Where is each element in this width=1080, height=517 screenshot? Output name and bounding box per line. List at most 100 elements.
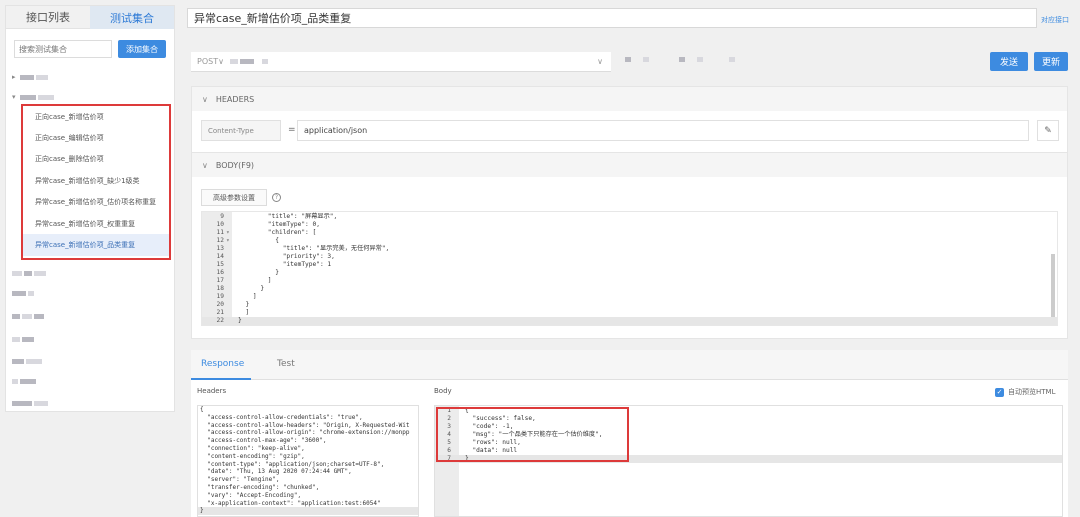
case-item[interactable]: 异常case_新增估价项_品类重复 <box>23 234 169 256</box>
tree-node-redacted[interactable] <box>12 311 46 321</box>
redacted-text <box>22 313 32 319</box>
header-line: "date": "Thu, 13 Aug 2020 07:24:44 GMT", <box>200 468 352 476</box>
code-text: "itemType": 0, <box>238 221 320 228</box>
redacted-text <box>20 94 36 100</box>
tree-node-redacted[interactable] <box>12 356 44 366</box>
response-body-code[interactable]: 1{2 "success": false, 3 "code": -1, 4 "msg… <box>434 405 1063 517</box>
code-line: 11 ▾ "children": [ <box>202 229 1057 237</box>
header-line: "access-control-allow-credentials": "tru… <box>200 413 363 421</box>
case-item[interactable]: 正向case_新增估价项 <box>23 106 169 127</box>
tab-api-list[interactable]: 接口列表 <box>6 6 90 29</box>
update-button[interactable]: 更新 <box>1034 52 1068 71</box>
fold-icon[interactable]: ▾ <box>226 229 230 237</box>
redacted-text <box>12 358 24 364</box>
help-icon[interactable]: ? <box>272 193 281 202</box>
code-text: } <box>238 301 250 308</box>
code-text: "success": false, <box>465 415 536 422</box>
headers-section-label: HEADERS <box>215 94 255 104</box>
checkbox-checked-icon[interactable]: ✓ <box>995 387 1004 397</box>
chevron-down-icon[interactable]: ∨ <box>597 57 603 66</box>
code-line: 12 ▾ { <box>202 237 1057 245</box>
tree-node-collapsed[interactable]: ▸ <box>12 72 50 82</box>
sidebar-tabs: 接口列表 测试集合 <box>6 6 174 29</box>
body-code-editor[interactable]: 9 "title": "屏幕显示", 10 "itemType": 0, 11 ▾ "… <box>201 211 1058 326</box>
redacted-text <box>625 57 631 62</box>
caret-right-icon: ▸ <box>12 73 16 81</box>
line-number: 2 <box>447 415 451 422</box>
code-line: 21 ] <box>202 309 1057 317</box>
header-line: "access-control-allow-headers": "Origin,… <box>200 421 410 429</box>
auto-preview-toggle[interactable]: ✓ 自动预览HTML <box>995 387 1055 397</box>
response-headers-code[interactable]: { "access-control-allow-credentials": "t… <box>197 405 419 517</box>
response-panel: Headers Body ✓ 自动预览HTML { "access-contro… <box>191 380 1068 517</box>
chevron-down-icon: ∨ <box>202 94 208 104</box>
line-number: 22 <box>216 317 224 324</box>
redacted-text <box>12 270 22 276</box>
advanced-settings-button[interactable]: 高级参数设置 <box>201 189 267 206</box>
tree-node-expanded[interactable]: ▾ <box>12 92 56 102</box>
header-line: "content-encoding": "gzip", <box>200 452 305 460</box>
redacted-text <box>729 57 735 62</box>
line-number: 5 <box>447 439 451 446</box>
tree-node-redacted[interactable] <box>12 334 36 344</box>
search-row: 添加集合 <box>6 29 174 69</box>
tab-response[interactable]: Response <box>201 359 244 369</box>
code-text: } <box>238 317 242 324</box>
case-item[interactable]: 正向case_编辑估价项 <box>23 127 169 148</box>
code-text: "data": null <box>465 447 518 454</box>
line-number: 21 <box>216 309 224 316</box>
tree-node-redacted[interactable] <box>12 288 36 298</box>
case-item[interactable]: 异常case_新增估价项_权重重复 <box>23 213 169 234</box>
url-row[interactable]: POST∨ ∨ <box>191 52 611 72</box>
tree-node-redacted[interactable] <box>12 268 48 278</box>
body-section-toggle[interactable]: ∨ BODY(F9) <box>191 152 1068 178</box>
code-line: 10 "itemType": 0, <box>202 221 1057 229</box>
tree-node-redacted[interactable] <box>12 398 50 408</box>
auto-preview-label: 自动预览HTML <box>1008 388 1056 396</box>
header-line: "content-type": "application/json;charse… <box>200 460 385 468</box>
code-line: 22} <box>202 317 1057 325</box>
method-select[interactable]: POST∨ <box>191 57 230 66</box>
headers-section-toggle[interactable]: ∨ HEADERS <box>191 86 1068 112</box>
body-line: 2 "success": false, <box>435 415 1062 423</box>
tab-test[interactable]: Test <box>277 359 295 369</box>
code-line: 9 "title": "屏幕显示", <box>202 213 1057 221</box>
case-item[interactable]: 异常case_新增估价项_缺少1级类 <box>23 170 169 191</box>
redacted-text <box>229 59 238 64</box>
tab-test-collection[interactable]: 测试集合 <box>90 6 174 29</box>
redacted-text <box>12 290 26 296</box>
chevron-down-icon: ∨ <box>218 57 224 66</box>
sidebar: 接口列表 测试集合 添加集合 ▸ ▾ 正向case_新增估价项正向case_编辑… <box>5 5 175 412</box>
code-line: 15 "itemType": 1 <box>202 261 1057 269</box>
code-line: 17 ] <box>202 277 1057 285</box>
code-text: ] <box>238 309 250 316</box>
collection-search-input[interactable] <box>14 40 112 58</box>
redacted-text <box>24 270 32 276</box>
code-text: { <box>465 407 469 414</box>
redacted-text <box>36 74 48 80</box>
header-value-input[interactable]: application/json <box>297 120 1029 141</box>
fold-icon[interactable]: ▾ <box>226 237 230 245</box>
goto-api-link[interactable]: 对应接口 <box>1041 15 1069 25</box>
header-line: "vary": "Accept-Encoding", <box>200 491 302 499</box>
code-text: ] <box>238 277 272 284</box>
redacted-text <box>261 59 268 64</box>
redacted-text <box>12 378 18 384</box>
line-number: 10 <box>216 221 224 228</box>
add-collection-button[interactable]: 添加集合 <box>118 40 166 58</box>
case-title-input[interactable]: 异常case_新增估价项_品类重复 <box>187 8 1037 28</box>
header-key-input[interactable]: Content-Type <box>201 120 281 141</box>
line-number: 9 <box>220 213 224 220</box>
code-text: "code": -1, <box>465 423 514 430</box>
case-item[interactable]: 异常case_新增估价项_估价项名称重复 <box>23 192 169 213</box>
edit-icon[interactable]: ✎ <box>1037 120 1059 141</box>
body-line: 1{ <box>435 407 1062 415</box>
send-button[interactable]: 发送 <box>990 52 1028 71</box>
case-item[interactable]: 正向case_删除估价项 <box>23 149 169 170</box>
tree-node-redacted[interactable] <box>12 376 38 386</box>
body-panel: 高级参数设置 ? 9 "title": "屏幕显示", 10 "itemType"… <box>191 177 1068 339</box>
body-line: 3 "code": -1, <box>435 423 1062 431</box>
line-number: 20 <box>216 301 224 308</box>
redacted-text <box>697 57 703 62</box>
redacted-text <box>34 400 48 406</box>
